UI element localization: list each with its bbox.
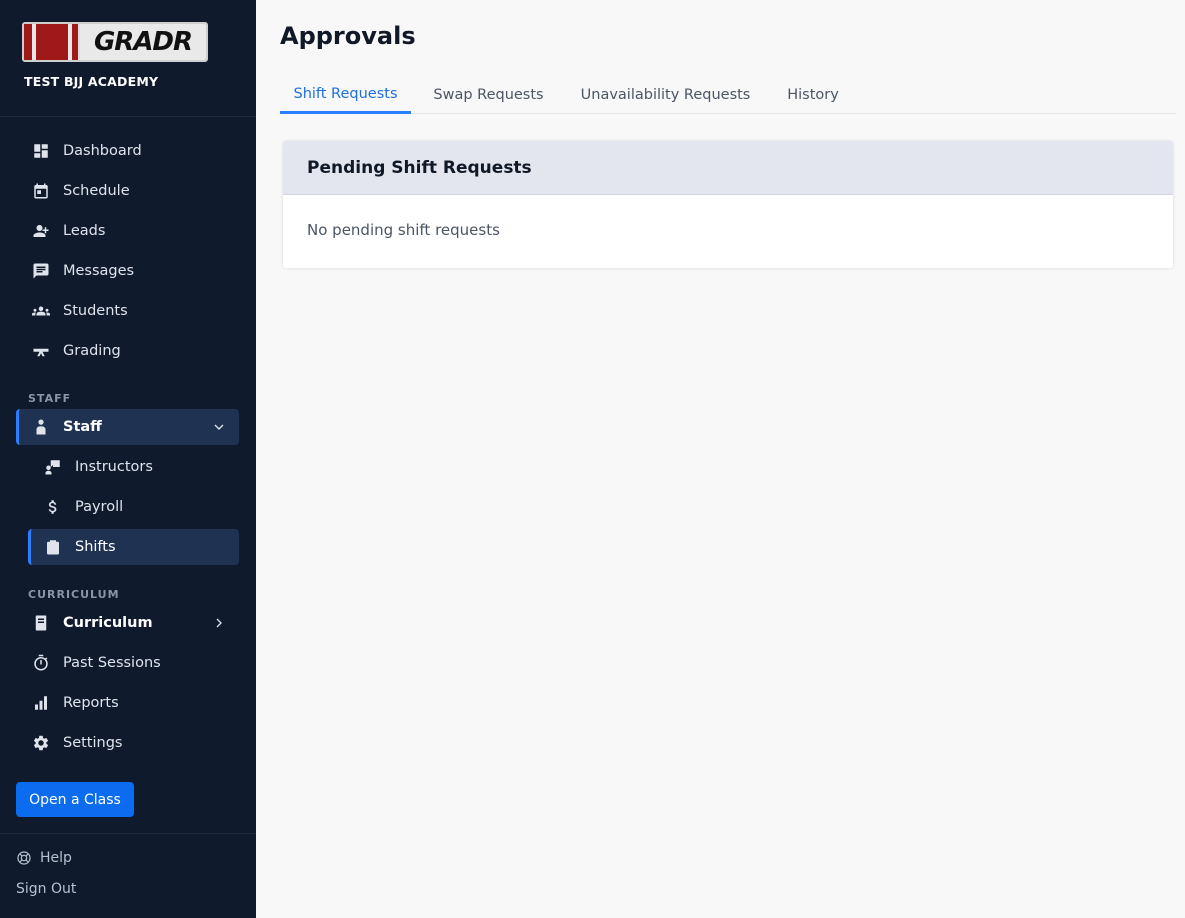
sidebar-item-label: Leads [63, 223, 106, 239]
sidebar-item-label: Messages [63, 263, 135, 279]
sidebar: GRADR TEST BJJ ACADEMY Dashboard Schedul… [0, 0, 256, 918]
sidebar-item-label: Payroll [75, 499, 124, 515]
sidebar-item-label: Grading [63, 343, 121, 359]
instructor-icon [43, 457, 63, 477]
empty-state-message: No pending shift requests [307, 221, 500, 239]
sign-out-link[interactable]: Sign Out [16, 881, 76, 897]
clipboard-icon [43, 537, 63, 557]
tab-unavailability-requests[interactable]: Unavailability Requests [573, 76, 758, 114]
sidebar-item-students[interactable]: Students [16, 293, 239, 329]
chevron-down-icon[interactable] [211, 419, 227, 435]
sidebar-item-leads[interactable]: Leads [16, 213, 239, 249]
dollar-icon [43, 497, 63, 517]
sidebar-item-messages[interactable]: Messages [16, 253, 239, 289]
pending-shift-requests-card: Pending Shift Requests No pending shift … [283, 141, 1173, 268]
sidebar-item-label: Students [63, 303, 128, 319]
group-icon [31, 301, 51, 321]
sidebar-item-grading[interactable]: Grading [16, 333, 239, 369]
tab-swap-requests[interactable]: Swap Requests [421, 76, 556, 114]
gradr-logo[interactable]: GRADR [22, 22, 208, 62]
sidebar-item-settings[interactable]: Settings [16, 725, 239, 761]
sidebar-divider [0, 833, 256, 834]
sidebar-item-staff[interactable]: Staff [16, 409, 239, 445]
help-link[interactable]: Help [16, 850, 72, 866]
section-label-staff: STAFF [28, 392, 72, 405]
sidebar-item-label: Dashboard [63, 143, 142, 159]
chat-icon [31, 261, 51, 281]
card-header: Pending Shift Requests [283, 141, 1173, 195]
bar-chart-icon [31, 693, 51, 713]
tab-shift-requests[interactable]: Shift Requests [280, 76, 411, 114]
tab-bar: Shift Requests Swap Requests Unavailabil… [280, 76, 1176, 114]
sidebar-divider [0, 116, 256, 117]
sidebar-item-label: Past Sessions [63, 655, 161, 671]
book-icon [31, 613, 51, 633]
open-class-button[interactable]: Open a Class [16, 782, 134, 817]
sidebar-item-label: Schedule [63, 183, 130, 199]
logo-belt-mark [24, 24, 80, 60]
belt-icon [31, 341, 51, 361]
sidebar-item-label: Settings [63, 735, 123, 751]
sidebar-item-shifts[interactable]: Shifts [28, 529, 239, 565]
gear-icon [31, 733, 51, 753]
sidebar-item-label: Staff [63, 419, 102, 435]
sidebar-item-instructors[interactable]: Instructors [28, 449, 239, 485]
calendar-icon [31, 181, 51, 201]
sidebar-item-reports[interactable]: Reports [16, 685, 239, 721]
person-add-icon [31, 221, 51, 241]
sidebar-item-dashboard[interactable]: Dashboard [16, 133, 239, 169]
sidebar-item-payroll[interactable]: Payroll [28, 489, 239, 525]
sidebar-item-label: Instructors [75, 459, 153, 475]
section-label-curriculum: CURRICULUM [28, 588, 120, 601]
dashboard-icon [31, 141, 51, 161]
sidebar-item-label: Reports [63, 695, 119, 711]
sidebar-item-past-sessions[interactable]: Past Sessions [16, 645, 239, 681]
academy-name: TEST BJJ ACADEMY [24, 74, 159, 89]
help-label: Help [40, 850, 72, 866]
page-title: Approvals [280, 22, 416, 50]
sidebar-item-schedule[interactable]: Schedule [16, 173, 239, 209]
sidebar-item-curriculum[interactable]: Curriculum [16, 605, 239, 641]
chevron-right-icon[interactable] [211, 615, 227, 631]
lifebuoy-icon [17, 851, 31, 865]
logo-text: GRADR [80, 24, 206, 60]
tab-history[interactable]: History [778, 76, 848, 114]
sidebar-item-label: Shifts [75, 539, 116, 555]
sidebar-item-label: Curriculum [63, 615, 153, 631]
stopwatch-icon [31, 653, 51, 673]
person-icon [31, 417, 51, 437]
